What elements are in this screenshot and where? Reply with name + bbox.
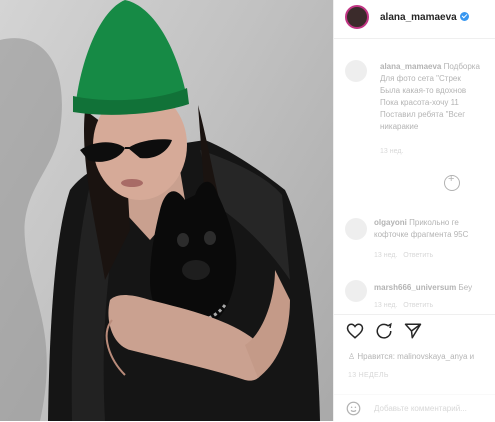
comment-reply-button[interactable]: Ответить [403, 302, 433, 309]
author-username-text[interactable]: alana_mamaeva [380, 12, 457, 23]
post-sidebar: alana_mamaeva alana_mamaeva Подборка Для… [333, 0, 495, 421]
likes-text[interactable]: Нравится: malinovskaya_anya и [357, 352, 474, 361]
comment-line: marsh666_universum Беу [374, 283, 495, 292]
caption-text-1: Подборка [443, 62, 480, 71]
comment-username[interactable]: marsh666_universum [374, 283, 456, 292]
author-username[interactable]: alana_mamaeva [380, 12, 469, 23]
comment-meta: 13 нед. Ответить [374, 252, 433, 259]
heart-icon[interactable] [346, 322, 364, 340]
divider [334, 314, 495, 315]
load-more-comments-icon[interactable] [444, 173, 460, 191]
caption-avatar[interactable] [345, 60, 367, 82]
comment-text-cont: кофточке фрагмента 95С [374, 230, 469, 239]
comment-time: 13 нед. [374, 252, 398, 259]
author-avatar[interactable] [345, 5, 369, 29]
caption-line-4: Пока красота-хочу 11 [380, 98, 459, 107]
caption-username[interactable]: alana_mamaeva [380, 62, 441, 71]
post-time: 13 НЕДЕЛЬ [348, 372, 389, 379]
comment-icon[interactable] [375, 322, 393, 340]
verified-badge-icon [459, 12, 469, 21]
add-comment-bar: Добавьте комментарий... [334, 394, 495, 422]
share-icon[interactable] [404, 322, 422, 340]
caption-line-3: Была какая-то вдохнов [380, 86, 467, 95]
comment-line: olgayoni Прикольно ге [374, 218, 495, 227]
caption-line-5: Поставил ребята "Всег [380, 110, 466, 119]
comment-meta: 13 нед. Ответить [374, 302, 433, 309]
post-header: alana_mamaeva [334, 0, 495, 39]
comment-time: 13 нед. [374, 302, 398, 309]
comment-reply-button[interactable]: Ответить [403, 252, 433, 259]
likes-summary[interactable]: ♙ Нравится: malinovskaya_anya и [348, 352, 495, 361]
caption-line-2: Для фото сета "Стрек [380, 74, 461, 83]
photo-illustration [0, 0, 320, 421]
comment-avatar[interactable] [345, 280, 367, 302]
post-photo[interactable] [0, 0, 333, 421]
comment-text: Беу [458, 283, 473, 292]
caption-line-1: alana_mamaeva Подборка [380, 62, 495, 71]
comment-avatar[interactable] [345, 218, 367, 240]
caption-line-6: никаракие [380, 122, 419, 131]
caption-time: 13 нед. [380, 148, 404, 155]
comment-username[interactable]: olgayoni [374, 218, 407, 227]
emoji-icon[interactable] [346, 401, 361, 416]
add-comment-input[interactable]: Добавьте комментарий... [374, 404, 467, 413]
likes-avatar-icon: ♙ [348, 352, 358, 361]
comment-text: Прикольно ге [409, 218, 459, 227]
